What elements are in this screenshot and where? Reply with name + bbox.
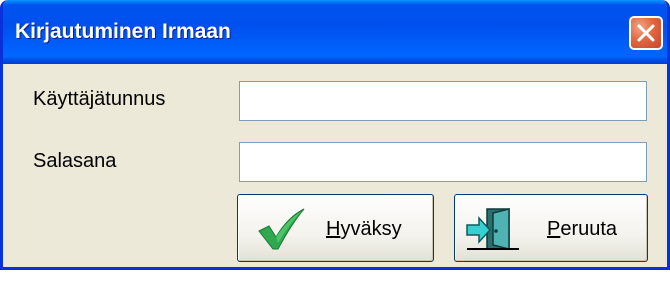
cancel-mnemonic: P	[547, 218, 561, 240]
accept-mnemonic: H	[326, 218, 341, 240]
close-icon	[637, 24, 655, 42]
accept-button[interactable]: Hyväksy	[237, 194, 434, 262]
username-field[interactable]	[239, 81, 647, 121]
cancel-label-rest: eruuta	[560, 218, 618, 240]
close-button[interactable]	[629, 16, 663, 50]
login-dialog: Kirjautuminen Irmaan Käyttäjätunnus Sala…	[0, 0, 670, 270]
checkmark-icon	[258, 208, 305, 250]
password-field[interactable]	[239, 142, 647, 182]
cancel-button-label: Peruuta	[547, 195, 617, 263]
password-label: Salasana	[33, 150, 117, 172]
window-title: Kirjautuminen Irmaan	[15, 20, 231, 43]
accept-button-label: Hyväksy	[326, 195, 402, 263]
accept-label-rest: yväksy	[340, 218, 402, 240]
title-bar[interactable]: Kirjautuminen Irmaan	[3, 0, 667, 64]
cancel-button[interactable]: Peruuta	[454, 194, 648, 262]
username-label: Käyttäjätunnus	[33, 88, 166, 110]
exit-door-icon	[466, 208, 519, 250]
